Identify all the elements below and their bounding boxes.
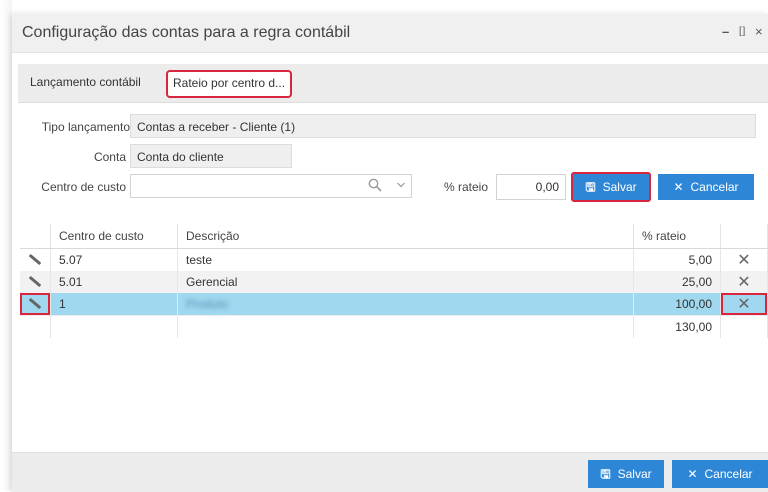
close-icon[interactable]: × [755,24,763,39]
edit-icon[interactable] [20,271,51,293]
rateio-label: % rateio [443,180,488,194]
dialog-window: Configuração das contas para a regra con… [12,14,768,492]
header-delete [720,224,768,249]
header-descricao[interactable]: Descrição [177,224,634,249]
total-row: 130,00 [20,315,768,338]
delete-icon[interactable]: ✕ [720,248,768,271]
cell-centro: 5.01 [50,271,178,293]
edit-icon[interactable] [20,248,51,271]
save-icon: 🖫 [585,180,596,194]
cell-descricao: teste [177,248,634,271]
tab-rateio-centro[interactable]: Rateio por centro d... [166,70,293,98]
cell-rateio: 100,00 [633,293,721,316]
delete-icon[interactable]: ✕ [720,293,768,316]
total-rateio: 130,00 [633,315,721,338]
table-row-selected[interactable]: 1 Produto 100,00 ✕ [20,293,768,316]
title-bar: Configuração das contas para a regra con… [12,14,768,53]
cancel-icon: ✕ [687,467,698,481]
rateio-input[interactable]: 0,00 [496,174,566,200]
cell-descricao: Gerencial [177,271,634,293]
total-spacer [50,315,178,338]
footer-save-label: Salvar [617,467,652,481]
cell-centro: 5.07 [50,248,178,271]
save-button[interactable]: 🖫 Salvar [571,172,651,202]
chevron-down-icon[interactable] [396,180,406,190]
footer-cancel-button[interactable]: ✕ Cancelar [672,460,768,488]
search-icon[interactable] [368,178,382,192]
background-shadow [0,0,12,491]
cancel-icon: ✕ [673,180,684,194]
header-centro-custo[interactable]: Centro de custo [50,224,178,249]
cell-rateio: 25,00 [633,271,721,293]
conta-field: Conta do cliente [130,144,292,168]
cell-centro: 1 [50,293,178,316]
cell-rateio: 5,00 [633,248,721,271]
conta-label: Conta [93,150,126,164]
edit-icon[interactable] [20,293,51,316]
cell-descricao: Produto [177,293,634,316]
minimize-icon[interactable]: – [722,24,729,39]
tipo-lancamento-label: Tipo lançamento [41,120,130,134]
tab-lancamento-contabil[interactable]: Lançamento contábil [24,70,147,94]
cancel-button-label: Cancelar [690,180,739,194]
total-spacer [20,315,51,338]
grid-header-row: Centro de custo Descrição % rateio [20,224,768,249]
table-row[interactable]: 5.01 Gerencial 25,00 ✕ [20,271,768,293]
tipo-lancamento-field: Contas a receber - Cliente (1) [130,114,756,138]
tab-strip: Lançamento contábil Rateio por centro d.… [18,64,768,103]
header-edit [20,224,51,249]
delete-icon[interactable]: ✕ [720,271,768,293]
maximize-icon[interactable]: [ ] [739,26,745,37]
cancel-button[interactable]: ✕ Cancelar [658,174,754,200]
total-spacer [720,315,768,338]
save-icon: 🖫 [600,467,611,481]
footer-save-button[interactable]: 🖫 Salvar [588,460,664,488]
header-rateio[interactable]: % rateio [633,224,721,249]
rateio-grid: Centro de custo Descrição % rateio 5.07 … [20,224,768,338]
dialog-title: Configuração das contas para a regra con… [22,24,351,41]
centro-custo-label: Centro de custo [41,180,126,194]
total-spacer [177,315,634,338]
footer-cancel-label: Cancelar [704,467,753,481]
blurred-description: Produto [186,297,229,311]
table-row[interactable]: 5.07 teste 5,00 ✕ [20,248,768,271]
save-button-label: Salvar [602,180,637,194]
